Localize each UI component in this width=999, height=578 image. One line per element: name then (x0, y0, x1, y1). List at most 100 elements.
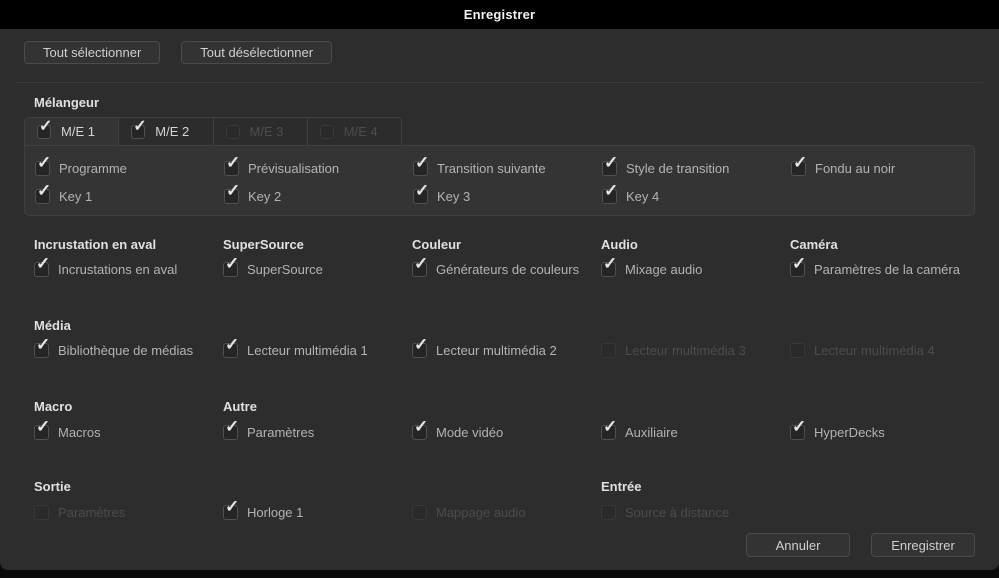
tab-me3: M/E 3 (214, 118, 308, 145)
checkbox-box[interactable] (34, 425, 49, 440)
select-all-button[interactable]: Tout sélectionner (24, 41, 160, 64)
check-icon (37, 182, 51, 199)
tab-me2-checkbox[interactable] (131, 125, 145, 139)
checkbox-label: Programme (59, 161, 127, 176)
checkbox-fondu-au-noir[interactable]: Fondu au noir (791, 161, 980, 176)
checkbox-label: Key 2 (248, 189, 281, 204)
checkbox-label: Lecteur multimédia 2 (436, 343, 557, 358)
checkbox-generateurs-de-couleurs[interactable]: Générateurs de couleurs (412, 262, 601, 277)
input-section-header: Entrée (601, 479, 790, 494)
check-icon (133, 119, 146, 135)
checkbox-label: Style de transition (626, 161, 729, 176)
checkbox-box[interactable] (223, 343, 238, 358)
checkbox-box[interactable] (790, 262, 805, 277)
checkbox-box[interactable] (412, 262, 427, 277)
checkbox-lecteur-multimedia-3: Lecteur multimédia 3 (601, 343, 790, 358)
checkbox-label: Mappage audio (436, 505, 526, 520)
checkbox-label: Bibliothèque de médias (58, 343, 193, 358)
checkbox-box[interactable] (35, 189, 50, 204)
checkbox-box[interactable] (790, 425, 805, 440)
checkbox-box (601, 505, 616, 520)
tab-me4-label: M/E 4 (344, 124, 378, 139)
check-icon (37, 154, 51, 171)
checkbox-label: Macros (58, 425, 101, 440)
tab-me1[interactable]: M/E 1 (25, 118, 119, 145)
checkbox-label: Mode vidéo (436, 425, 503, 440)
checkbox-box[interactable] (791, 161, 806, 176)
checkbox-box[interactable] (413, 189, 428, 204)
check-icon (604, 182, 618, 199)
checkbox-lecteur-multimedia-4: Lecteur multimédia 4 (790, 343, 979, 358)
checkbox-box[interactable] (34, 343, 49, 358)
checkbox-box[interactable] (224, 161, 239, 176)
color-header: Couleur (412, 237, 601, 252)
checkbox-incrustations-en-aval[interactable]: Incrustations en aval (34, 262, 223, 277)
checkbox-box[interactable] (35, 161, 50, 176)
checkbox-box[interactable] (223, 505, 238, 520)
tab-me2[interactable]: M/E 2 (119, 118, 213, 145)
checkbox-bibliotheque-de-medias[interactable]: Bibliothèque de médias (34, 343, 223, 358)
checkbox-box[interactable] (601, 262, 616, 277)
camera-header: Caméra (790, 237, 979, 252)
checkbox-previsualisation[interactable]: Prévisualisation (224, 161, 413, 176)
check-icon (414, 418, 428, 435)
checkbox-key-1[interactable]: Key 1 (35, 189, 224, 204)
checkbox-lecteur-multimedia-2[interactable]: Lecteur multimédia 2 (412, 343, 601, 358)
checkbox-label: Horloge 1 (247, 505, 303, 520)
checkbox-supersource[interactable]: SuperSource (223, 262, 412, 277)
checkbox-hyperdecks[interactable]: HyperDecks (790, 425, 979, 440)
checkbox-mixage-audio[interactable]: Mixage audio (601, 262, 790, 277)
checkbox-box[interactable] (223, 425, 238, 440)
check-icon (36, 255, 50, 272)
checkbox-box[interactable] (412, 425, 427, 440)
checkbox-macros[interactable]: Macros (34, 425, 223, 440)
checkbox-label: Paramètres (58, 505, 125, 520)
checkbox-label: Auxiliaire (625, 425, 678, 440)
tab-me4-checkbox (320, 125, 334, 139)
cancel-button[interactable]: Annuler (746, 533, 850, 557)
supersource-header: SuperSource (223, 237, 412, 252)
dialog-titlebar: Enregistrer (0, 0, 999, 29)
checkbox-box (601, 343, 616, 358)
output-section-header: Sortie (34, 479, 223, 494)
checkbox-box[interactable] (412, 343, 427, 358)
checkbox-programme[interactable]: Programme (35, 161, 224, 176)
check-icon (226, 154, 240, 171)
checkbox-box[interactable] (413, 161, 428, 176)
checkbox-lecteur-multimedia-1[interactable]: Lecteur multimédia 1 (223, 343, 412, 358)
checkbox-parametres-de-la-camera[interactable]: Paramètres de la caméra (790, 262, 979, 277)
macro-other-headers-row: Macro Autre (34, 399, 984, 414)
checkbox-box[interactable] (224, 189, 239, 204)
checkbox-box[interactable] (602, 161, 617, 176)
checkbox-transition-suivante[interactable]: Transition suivante (413, 161, 602, 176)
tab-me4: M/E 4 (308, 118, 401, 145)
mixer-section-header: Mélangeur (34, 95, 99, 110)
checkbox-key-2[interactable]: Key 2 (224, 189, 413, 204)
checkbox-style-de-transition[interactable]: Style de transition (602, 161, 791, 176)
output-input-headers-row: Sortie Entrée (34, 479, 984, 494)
checkbox-horloge-1[interactable]: Horloge 1 (223, 505, 412, 520)
check-icon (793, 154, 807, 171)
checkbox-box[interactable] (223, 262, 238, 277)
save-button[interactable]: Enregistrer (871, 533, 975, 557)
checkbox-label: Key 1 (59, 189, 92, 204)
checkbox-auxiliaire[interactable]: Auxiliaire (601, 425, 790, 440)
checkbox-box[interactable] (34, 262, 49, 277)
deselect-all-button[interactable]: Tout désélectionner (181, 41, 332, 64)
toolbar-divider (16, 82, 983, 83)
checkbox-mappage-audio: Mappage audio (412, 505, 601, 520)
checkbox-key-4[interactable]: Key 4 (602, 189, 791, 204)
macro-section-header: Macro (34, 399, 223, 414)
checkbox-mode-video[interactable]: Mode vidéo (412, 425, 601, 440)
checkbox-parametres-autre[interactable]: Paramètres (223, 425, 412, 440)
check-icon (792, 255, 806, 272)
tab-me1-checkbox[interactable] (37, 125, 51, 139)
checkbox-box[interactable] (602, 189, 617, 204)
checkbox-box[interactable] (601, 425, 616, 440)
check-icon (225, 418, 239, 435)
checkbox-key-3[interactable]: Key 3 (413, 189, 602, 204)
tab-me1-label: M/E 1 (61, 124, 95, 139)
check-icon (225, 336, 239, 353)
media-checkboxes-row: Bibliothèque de médias Lecteur multimédi… (34, 343, 984, 358)
checkbox-label: SuperSource (247, 262, 323, 277)
